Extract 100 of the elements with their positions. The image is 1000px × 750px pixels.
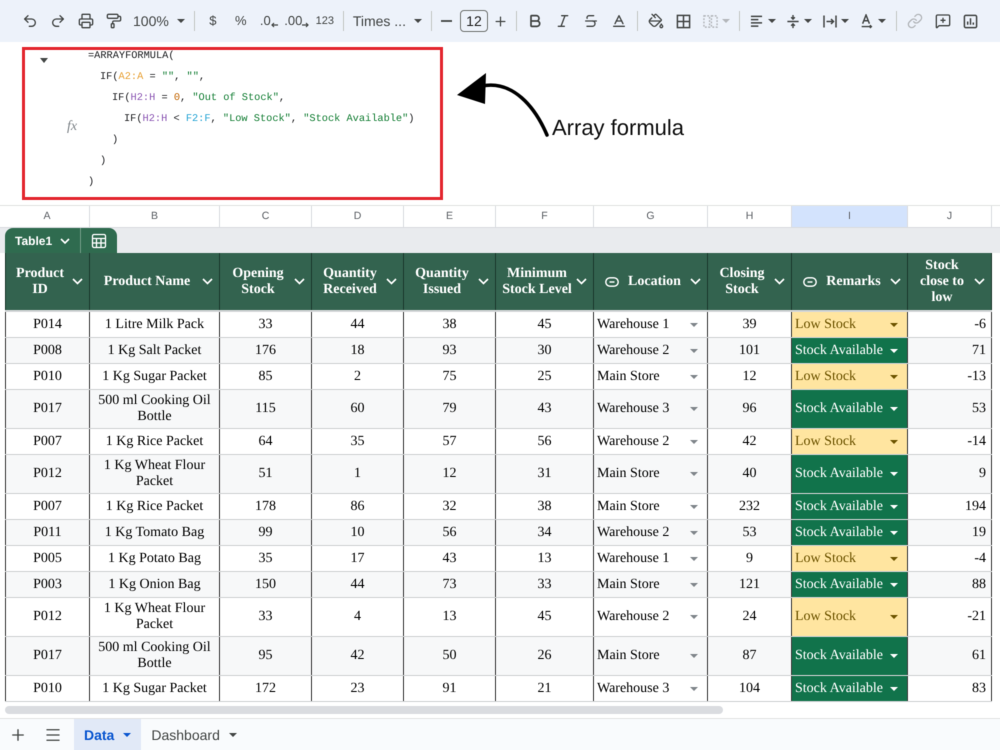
chevron-down-icon[interactable] (576, 278, 587, 285)
caret-down-icon (890, 686, 898, 690)
cell-dropdown[interactable]: Main Store (594, 455, 708, 493)
table-cell: 38 (496, 494, 594, 519)
cell-dropdown[interactable]: Warehouse 1 (594, 312, 708, 337)
cell-dropdown[interactable]: Warehouse 2 (594, 520, 708, 545)
caret-down-icon (890, 530, 898, 534)
table-cell: 1 Kg Wheat Flour Packet (90, 598, 220, 636)
table-cell: 1 Litre Milk Pack (90, 312, 220, 337)
zoom-dropdown[interactable]: 100% (128, 7, 190, 35)
decrease-decimal-button[interactable]: .0 (254, 7, 283, 35)
table-cell: 45 (496, 598, 594, 636)
arrow-between-bars-icon (823, 14, 838, 28)
cell-dropdown[interactable]: Warehouse 3 (594, 390, 708, 428)
cell-dropdown[interactable]: Main Store (594, 494, 708, 519)
caret-down-icon (890, 615, 898, 619)
percent-button[interactable]: % (226, 7, 255, 35)
formula-line: ) (112, 134, 118, 148)
collapse-caret-icon[interactable] (40, 58, 48, 63)
table-options-button[interactable] (80, 228, 118, 253)
table-cell: 88 (908, 572, 992, 597)
grid-icon (676, 14, 692, 28)
cell-dropdown[interactable]: Warehouse 2 (594, 338, 708, 363)
sheet-tab[interactable]: Dashboard (141, 719, 247, 750)
status-chip[interactable]: Stock Available (792, 494, 908, 519)
cell-dropdown[interactable]: Main Store (594, 364, 708, 389)
number-format-button[interactable]: 123 (310, 7, 339, 35)
increase-decimal-button[interactable]: .00 (282, 7, 311, 35)
table-cell: 18 (312, 338, 404, 363)
formula-line: IF(H2:H = 0, "Out of Stock", (112, 92, 286, 106)
currency-button[interactable]: $ (198, 7, 227, 35)
caret-down-icon (890, 322, 898, 326)
status-chip[interactable]: Stock Available (792, 572, 908, 597)
horizontal-scrollbar[interactable] (5, 706, 723, 714)
strikethrough-icon (582, 13, 599, 29)
dashed-squares-icon (702, 14, 718, 28)
status-chip[interactable]: Low Stock (792, 546, 908, 571)
status-chip[interactable]: Stock Available (792, 455, 908, 493)
column-title: Stock close to low (919, 258, 965, 306)
column-letter[interactable]: I (792, 206, 908, 227)
caret-down-icon (804, 19, 812, 23)
formula-line: IF(H2:H < F2:F, "Low Stock", "Stock Available") (124, 113, 414, 127)
cell-dropdown[interactable]: Warehouse 2 (594, 429, 708, 454)
table-cell: 1 Kg Sugar Packet (90, 364, 220, 389)
chevron-down-icon[interactable] (890, 278, 901, 285)
caret-down-icon (890, 504, 898, 508)
status-chip[interactable]: Stock Available (792, 520, 908, 545)
caret-down-icon (690, 530, 698, 534)
chevron-down-icon[interactable] (294, 278, 305, 285)
comment-plus-icon (934, 13, 951, 29)
table-cell: -21 (908, 598, 992, 636)
table-grid-icon (91, 232, 108, 248)
font-dropdown[interactable]: Times ... (348, 7, 427, 35)
table-cell: 83 (908, 676, 992, 701)
cell-dropdown[interactable]: Warehouse 3 (594, 676, 708, 701)
table-cell: P007 (5, 494, 90, 519)
table-name-tab[interactable]: Table1 (5, 228, 80, 253)
table-cell: 93 (404, 338, 496, 363)
status-chip[interactable]: Low Stock (792, 429, 908, 454)
chevron-down-icon[interactable] (974, 278, 985, 285)
table-cell: 42 (312, 637, 404, 675)
caret-down-icon (690, 504, 698, 508)
table-cell: 75 (404, 364, 496, 389)
cell-dropdown[interactable]: Main Store (594, 637, 708, 675)
cell-dropdown[interactable]: Main Store (594, 572, 708, 597)
table-cell: 33 (220, 598, 312, 636)
pill-icon (605, 276, 620, 286)
table-cell: 19 (908, 520, 992, 545)
cell-dropdown[interactable]: Warehouse 1 (594, 546, 708, 571)
table-cell: 38 (404, 312, 496, 337)
status-chip[interactable]: Low Stock (792, 312, 908, 337)
chevron-down-icon[interactable] (202, 278, 213, 285)
chevron-down-icon[interactable] (690, 278, 701, 285)
table-cell: 30 (496, 338, 594, 363)
annotation-label: Array formula (552, 115, 684, 141)
table-cell: 172 (220, 676, 312, 701)
table-cell: -13 (908, 364, 992, 389)
caret-down-icon (722, 19, 730, 23)
status-chip[interactable]: Stock Available (792, 676, 908, 701)
caret-down-icon (690, 556, 698, 560)
status-chip[interactable]: Stock Available (792, 390, 908, 428)
sheet-tab[interactable]: Data (74, 719, 142, 750)
caret-down-icon (690, 407, 698, 411)
table-cell: 1 Kg Wheat Flour Packet (90, 455, 220, 493)
status-chip[interactable]: Low Stock (792, 598, 908, 636)
minus-icon (441, 20, 452, 22)
table-cell: 50 (404, 637, 496, 675)
chevron-down-icon[interactable] (72, 278, 83, 285)
chevron-down-icon[interactable] (386, 278, 397, 285)
table-cell: 99 (220, 520, 312, 545)
table-cell: 44 (312, 312, 404, 337)
chevron-down-icon[interactable] (774, 278, 785, 285)
cell-dropdown[interactable]: Warehouse 2 (594, 598, 708, 636)
font-size-field[interactable]: 12 (460, 10, 488, 32)
status-chip[interactable]: Low Stock (792, 364, 908, 389)
status-chip[interactable]: Stock Available (792, 338, 908, 363)
chevron-down-icon[interactable] (478, 278, 489, 285)
table-cell: P012 (5, 455, 90, 493)
caret-down-icon (414, 19, 422, 23)
status-chip[interactable]: Stock Available (792, 637, 908, 675)
